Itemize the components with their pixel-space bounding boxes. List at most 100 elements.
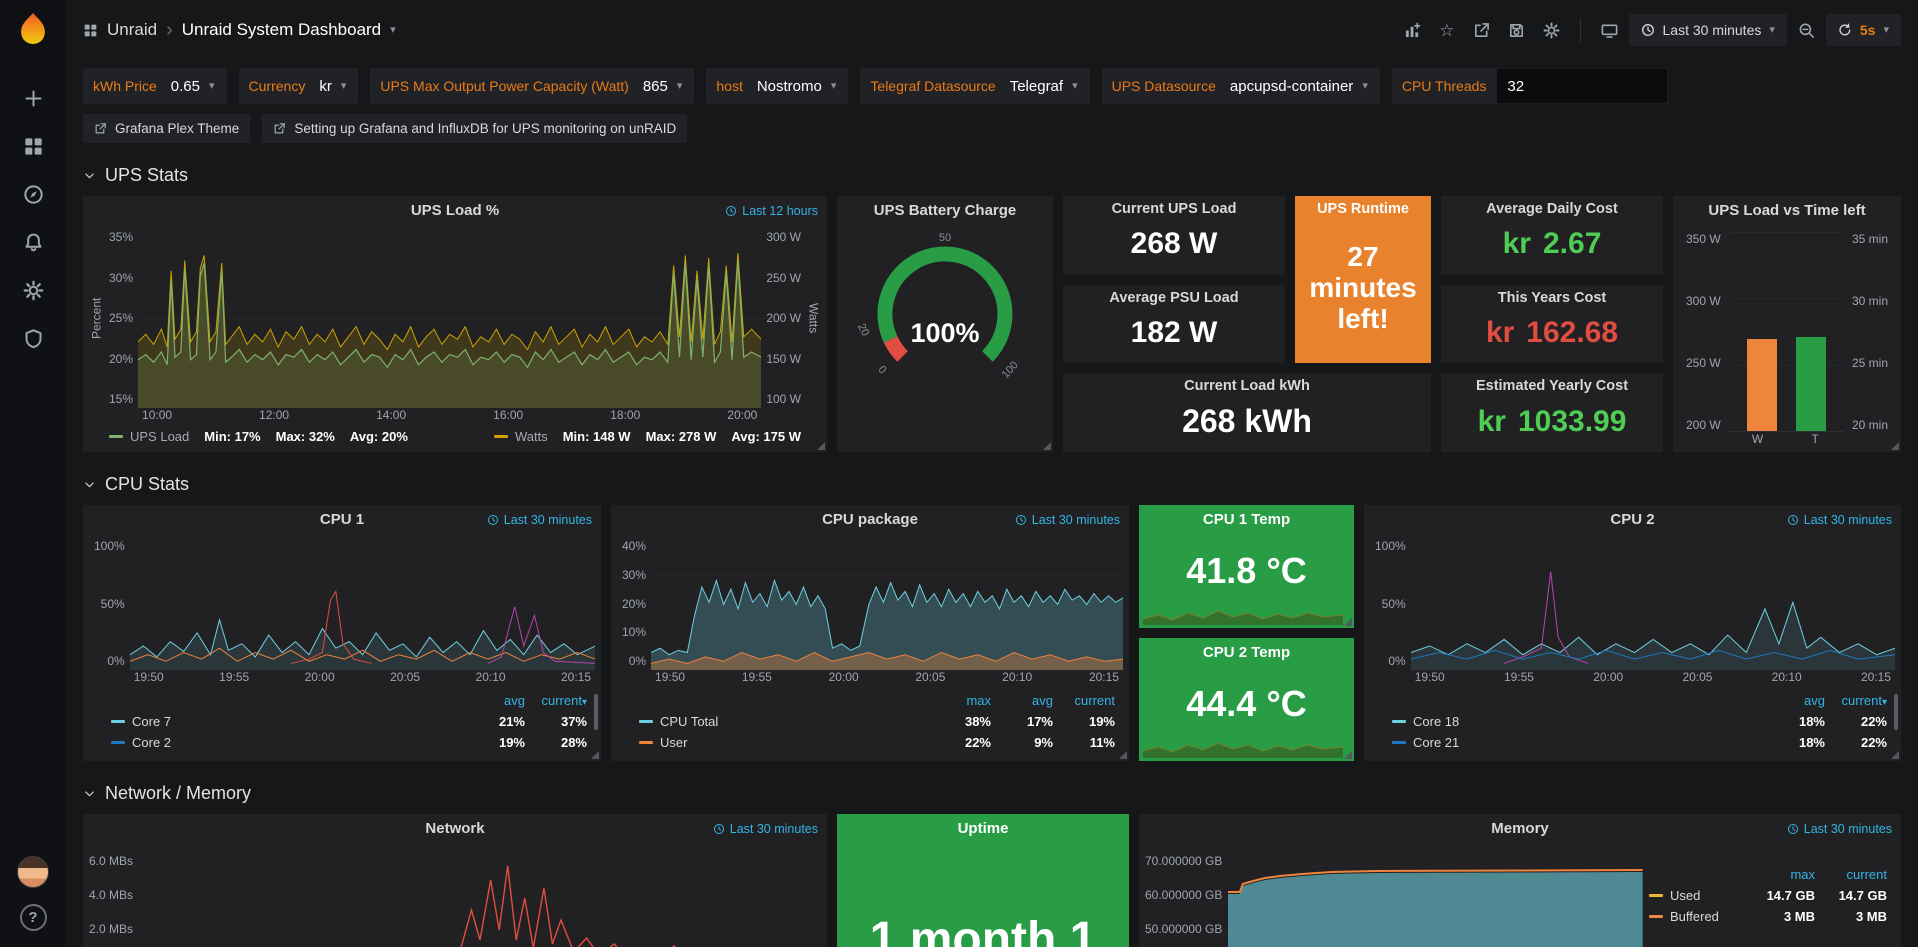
breadcrumb-folder[interactable]: Unraid xyxy=(107,20,157,40)
section-header-ups-stats[interactable]: UPS Stats xyxy=(83,165,1901,186)
legend-header-current[interactable]: current▾ xyxy=(1825,693,1887,708)
link-ups-monitoring-guide[interactable]: Setting up Grafana and InfluxDB for UPS … xyxy=(262,114,687,143)
panel-resize-handle[interactable] xyxy=(591,751,599,759)
external-link-icon xyxy=(94,122,107,135)
network-chart[interactable] xyxy=(139,852,821,947)
tv-cycle-icon[interactable] xyxy=(1594,15,1625,46)
panel-title[interactable]: Average PSU Load xyxy=(1063,285,1285,309)
legend-series[interactable]: Used xyxy=(1649,888,1743,903)
panel-title[interactable]: This Years Cost xyxy=(1441,285,1663,309)
panel-resize-handle[interactable] xyxy=(1344,751,1352,759)
memory-chart[interactable] xyxy=(1228,852,1643,947)
panel-title[interactable]: Current UPS Load xyxy=(1063,196,1285,220)
cpu-package-chart[interactable] xyxy=(651,539,1123,670)
caret-down-icon[interactable]: ▾ xyxy=(390,25,396,36)
panel-memory: Memory Last 30 minutes 70.000000 GB 60.0… xyxy=(1139,814,1901,947)
panel-title[interactable]: Current Load kWh xyxy=(1063,373,1431,397)
legend-header-avg[interactable]: avg xyxy=(1763,693,1825,708)
add-panel-icon[interactable] xyxy=(1397,15,1428,46)
legend-series[interactable]: Core 2 xyxy=(111,735,463,750)
legend-series[interactable]: User xyxy=(639,735,929,750)
legend-series[interactable]: CPU Total xyxy=(639,714,929,729)
legend-series[interactable]: Core 7 xyxy=(111,714,463,729)
legend-scrollbar[interactable] xyxy=(1894,694,1898,730)
cpu1-chart[interactable] xyxy=(130,539,595,670)
refresh-picker[interactable]: 5s ▾ xyxy=(1826,14,1901,46)
legend-series-watts[interactable]: Watts Min: 148 W Max: 278 W Avg: 175 W xyxy=(494,429,801,444)
clock-icon xyxy=(1787,514,1799,526)
tick: 35 min xyxy=(1852,232,1888,246)
dashboard-title[interactable]: Unraid System Dashboard xyxy=(182,20,381,40)
star-icon[interactable]: ☆ xyxy=(1432,15,1461,46)
help-icon[interactable]: ? xyxy=(20,904,47,931)
panel-title[interactable]: CPU 2 Temp xyxy=(1139,638,1354,668)
variable-dropdown[interactable]: Nostromo▾ xyxy=(753,68,849,104)
save-icon[interactable] xyxy=(1501,15,1532,46)
graph-area: 100% 50% 0% xyxy=(83,535,601,688)
user-avatar[interactable] xyxy=(17,856,49,888)
legend-header-current[interactable]: current▾ xyxy=(525,693,587,708)
link-grafana-plex-theme[interactable]: Grafana Plex Theme xyxy=(83,114,250,143)
legend-header-avg[interactable]: avg xyxy=(463,693,525,708)
section-header-network-memory[interactable]: Network / Memory xyxy=(83,783,1901,804)
series-color-icon xyxy=(494,435,508,438)
legend-header-current[interactable]: current xyxy=(1053,693,1115,708)
legend-series[interactable]: Buffered xyxy=(1649,909,1743,924)
share-icon[interactable] xyxy=(1466,15,1497,46)
variable-dropdown[interactable]: kr▾ xyxy=(315,68,358,104)
legend-header-avg[interactable]: avg xyxy=(991,693,1053,708)
settings-gear-icon[interactable] xyxy=(1536,15,1567,46)
legend-header-max[interactable]: max xyxy=(929,693,991,708)
time-range-picker[interactable]: Last 30 minutes ▾ xyxy=(1629,14,1787,46)
tick: 35% xyxy=(109,230,133,244)
panel-title[interactable]: Uptime xyxy=(837,814,1129,844)
panel-resize-handle[interactable] xyxy=(1891,751,1899,759)
zoom-out-icon[interactable] xyxy=(1791,15,1822,46)
variable-dropdown[interactable]: apcupsd-container▾ xyxy=(1226,68,1380,104)
panel-resize-handle[interactable] xyxy=(1344,618,1352,626)
legend-scrollbar[interactable] xyxy=(594,694,598,730)
variable-dropdown[interactable]: 0.65▾ xyxy=(167,68,227,104)
panel-estimated-yearly-cost: Estimated Yearly Cost kr1033.99 xyxy=(1441,373,1663,452)
tick: 30 min xyxy=(1852,294,1888,308)
panel-title[interactable]: CPU 1 Temp xyxy=(1139,505,1354,535)
breadcrumb: Unraid › Unraid System Dashboard ▾ xyxy=(83,20,396,40)
clock-icon xyxy=(713,823,725,835)
legend-header-max[interactable]: max xyxy=(1743,867,1815,882)
dashboards-icon[interactable] xyxy=(11,125,55,167)
panel-title[interactable]: Estimated Yearly Cost xyxy=(1441,373,1663,397)
explore-compass-icon[interactable] xyxy=(11,173,55,215)
section-header-cpu-stats[interactable]: CPU Stats xyxy=(83,474,1901,495)
bar-time[interactable] xyxy=(1796,337,1826,431)
alerting-bell-icon[interactable] xyxy=(11,221,55,263)
legend-series[interactable]: Core 18 xyxy=(1392,714,1763,729)
variable-dropdown[interactable]: 865▾ xyxy=(639,68,695,104)
bar-watts[interactable] xyxy=(1747,339,1777,431)
panel-title[interactable]: UPS Battery Charge xyxy=(837,196,1053,226)
create-plus-icon[interactable] xyxy=(11,77,55,119)
cpu2-chart[interactable] xyxy=(1411,539,1895,670)
panel-resize-handle[interactable] xyxy=(1891,442,1899,450)
panel-title[interactable]: UPS Runtime xyxy=(1295,196,1431,220)
refresh-icon[interactable] xyxy=(1838,23,1852,37)
legend-series[interactable]: Core 21 xyxy=(1392,735,1763,750)
panel-title[interactable]: UPS Load % xyxy=(83,196,827,226)
variable-dropdown[interactable]: Telegraf▾ xyxy=(1006,68,1090,104)
tick: 100 W xyxy=(766,392,801,406)
bars-plot[interactable] xyxy=(1729,232,1844,432)
ups-load-chart[interactable] xyxy=(138,230,761,408)
sparkline xyxy=(1143,732,1343,758)
panel-resize-handle[interactable] xyxy=(1043,442,1051,450)
panel-title[interactable]: UPS Load vs Time left xyxy=(1673,196,1901,226)
legend-header-current[interactable]: current xyxy=(1815,867,1887,882)
panel-resize-handle[interactable] xyxy=(817,442,825,450)
cpu-threads-input[interactable] xyxy=(1496,68,1668,104)
legend-series-ups-load[interactable]: UPS Load Min: 17% Max: 32% Avg: 20% xyxy=(109,429,408,444)
panel-resize-handle[interactable] xyxy=(1119,751,1127,759)
apps-grid-icon xyxy=(83,23,98,38)
series-color-icon xyxy=(109,435,123,438)
panel-title[interactable]: Average Daily Cost xyxy=(1441,196,1663,220)
grafana-logo-icon[interactable] xyxy=(14,10,52,48)
configuration-gear-icon[interactable] xyxy=(11,269,55,311)
admin-shield-icon[interactable] xyxy=(11,317,55,359)
